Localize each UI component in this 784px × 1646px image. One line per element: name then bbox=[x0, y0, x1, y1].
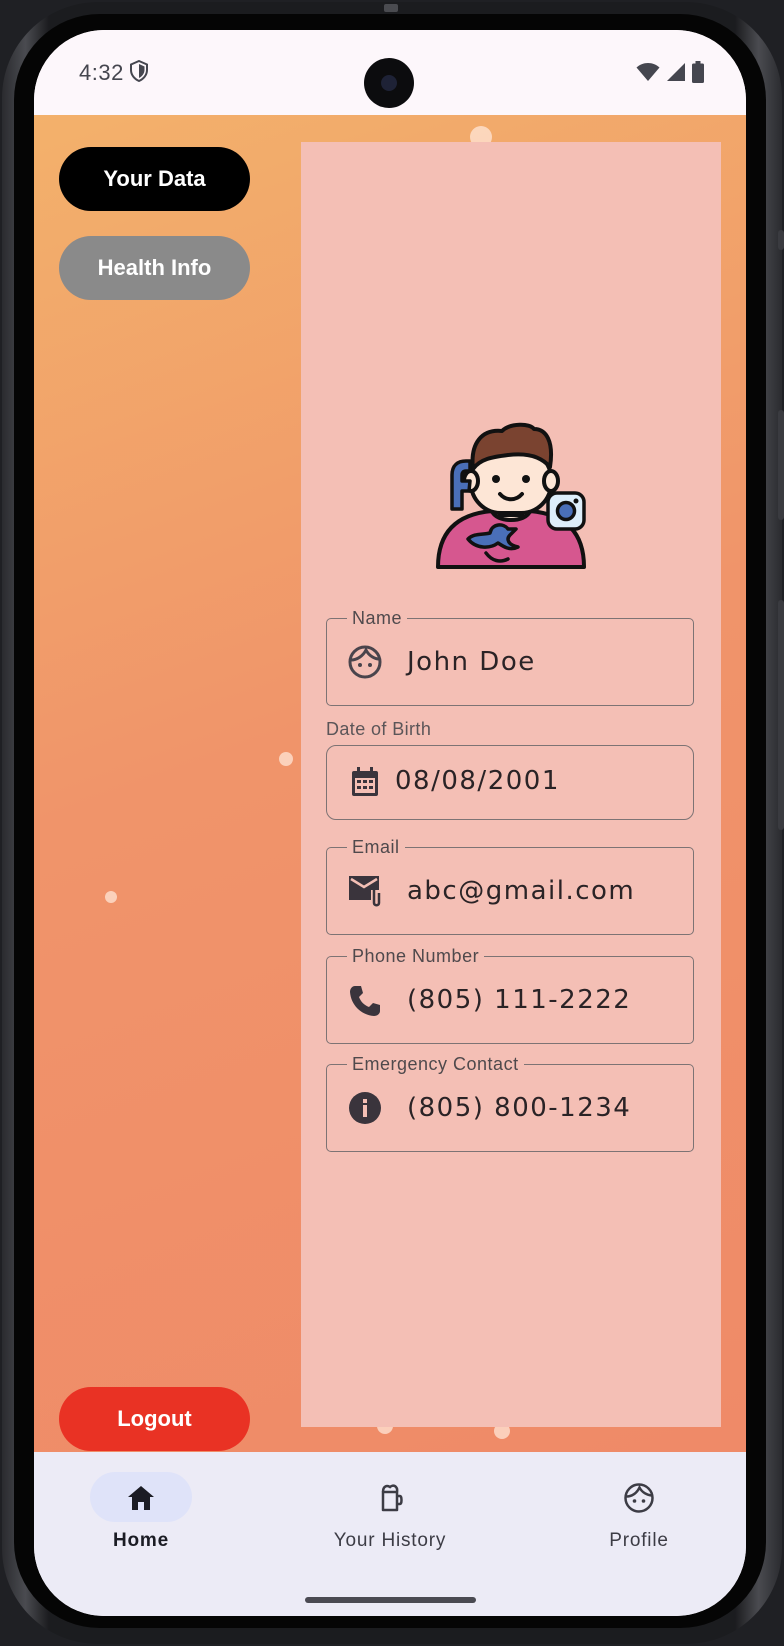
phone-field[interactable]: Phone Number (805) 111-2222 bbox=[326, 945, 694, 1044]
battery-icon bbox=[692, 61, 704, 83]
nav-home-label: Home bbox=[113, 1530, 169, 1551]
bottom-navigation: Home Your History Profile bbox=[34, 1452, 746, 1616]
info-icon bbox=[349, 1092, 381, 1124]
device-volume-button bbox=[778, 410, 784, 520]
home-icon bbox=[128, 1486, 154, 1510]
nav-profile-label: Profile bbox=[609, 1530, 669, 1551]
email-value: abc@gmail.com bbox=[407, 876, 636, 906]
status-time: 4:32 bbox=[79, 60, 124, 85]
face-icon bbox=[348, 645, 382, 679]
emergency-contact-field[interactable]: Emergency Contact (805) 800-1234 bbox=[326, 1053, 694, 1152]
device-side-button bbox=[778, 230, 784, 250]
dob-field-label: Date of Birth bbox=[326, 719, 432, 739]
your-data-button[interactable]: Your Data bbox=[59, 147, 250, 211]
mail-attachment-icon bbox=[349, 876, 381, 907]
profile-face-icon bbox=[624, 1483, 654, 1513]
nav-home[interactable]: Home bbox=[41, 1472, 241, 1562]
profile-panel: Name John Doe Date of Birth 08/08/2001 E… bbox=[301, 142, 721, 1427]
email-field[interactable]: Email abc@gmail.com bbox=[326, 836, 694, 935]
decor-bubble bbox=[279, 752, 293, 766]
front-camera bbox=[364, 58, 414, 108]
name-field-label: Name bbox=[347, 607, 408, 629]
device-top-detail bbox=[384, 4, 398, 12]
logout-button[interactable]: Logout bbox=[59, 1387, 250, 1451]
name-field[interactable]: Name John Doe bbox=[326, 607, 694, 706]
dob-field[interactable]: 08/08/2001 bbox=[326, 745, 694, 820]
decor-bubble bbox=[105, 891, 117, 903]
emergency-contact-value: (805) 800-1234 bbox=[407, 1093, 632, 1123]
phone-field-label: Phone Number bbox=[347, 945, 485, 967]
wifi-icon bbox=[636, 63, 660, 81]
user-social-avatar-icon bbox=[436, 422, 586, 569]
name-value: John Doe bbox=[407, 647, 536, 677]
screen: 4:32 Your Data Health Info Logout Name J… bbox=[34, 30, 746, 1616]
nav-profile[interactable]: Profile bbox=[539, 1472, 739, 1562]
status-bar: 4:32 bbox=[34, 30, 746, 115]
status-icons bbox=[636, 61, 704, 83]
gesture-home-indicator[interactable] bbox=[305, 1597, 476, 1603]
phone-value: (805) 111-2222 bbox=[407, 985, 632, 1015]
nav-your-history[interactable]: Your History bbox=[290, 1472, 490, 1562]
dob-value: 08/08/2001 bbox=[395, 766, 560, 796]
email-field-label: Email bbox=[347, 836, 405, 858]
health-info-button[interactable]: Health Info bbox=[59, 236, 250, 300]
history-icon bbox=[381, 1484, 403, 1512]
shield-icon bbox=[130, 60, 148, 82]
app-content: Your Data Health Info Logout Name John D… bbox=[34, 115, 746, 1452]
device-power-button bbox=[778, 600, 784, 830]
cellular-icon bbox=[667, 63, 685, 81]
emergency-contact-field-label: Emergency Contact bbox=[347, 1053, 524, 1075]
calendar-icon bbox=[352, 767, 378, 796]
phone-icon bbox=[350, 986, 380, 1016]
nav-your-history-label: Your History bbox=[333, 1530, 447, 1551]
